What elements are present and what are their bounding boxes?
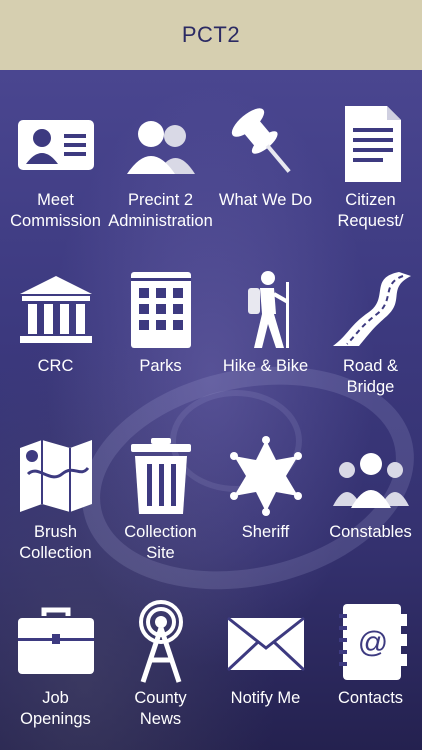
svg-text:@: @ <box>357 626 387 659</box>
group-icon <box>332 453 409 508</box>
tile-job-openings[interactable]: Job Openings <box>3 590 108 750</box>
tile-hike-and-bike[interactable]: Hike & Bike <box>213 258 318 418</box>
tile-brush-collection[interactable]: Brush Collection <box>3 424 108 584</box>
tile-label: Constables <box>329 523 412 541</box>
building-icon <box>130 272 191 348</box>
tile-constables[interactable]: Constables <box>318 424 422 584</box>
tile-contacts[interactable]: @ Contacts <box>318 590 422 750</box>
page-title: PCT2 <box>181 22 241 47</box>
document-icon <box>344 106 401 182</box>
people-icon <box>126 121 195 174</box>
tile-collection-site[interactable]: Collection Site <box>108 424 213 584</box>
star-badge-icon <box>229 436 302 516</box>
tile-label: Citizen Request/ <box>337 191 404 230</box>
tile-crc[interactable]: CRC <box>3 258 108 418</box>
tile-label: Road & Bridge <box>342 357 399 396</box>
id-card-icon <box>17 120 94 170</box>
map-icon <box>19 440 92 512</box>
hiker-icon <box>247 271 289 348</box>
tile-meet-commission[interactable]: Meet Commission <box>3 92 108 252</box>
courthouse-icon <box>19 276 92 343</box>
tile-parks[interactable]: Parks <box>108 258 213 418</box>
tile-road-and-bridge[interactable]: Road & Bridge <box>318 258 422 418</box>
tile-county-news[interactable]: County News <box>108 590 213 750</box>
broadcast-tower-icon <box>138 600 183 683</box>
pushpin-icon <box>231 108 291 173</box>
address-book-icon: @ <box>338 604 407 680</box>
road-icon <box>332 272 411 346</box>
briefcase-icon <box>17 607 94 674</box>
tile-citizen-request[interactable]: Citizen Request/ <box>318 92 422 252</box>
tile-precint-2-administration[interactable]: Precint 2 Administration <box>108 92 213 252</box>
tile-sheriff[interactable]: Sheriff <box>213 424 318 584</box>
tile-what-we-do[interactable]: What We Do <box>213 92 318 252</box>
tile-label: Contacts <box>337 689 404 707</box>
tile-notify-me[interactable]: Notify Me <box>213 590 318 750</box>
envelope-icon <box>226 616 305 672</box>
trash-can-icon <box>130 438 191 514</box>
app-header: PCT2 <box>0 0 422 70</box>
